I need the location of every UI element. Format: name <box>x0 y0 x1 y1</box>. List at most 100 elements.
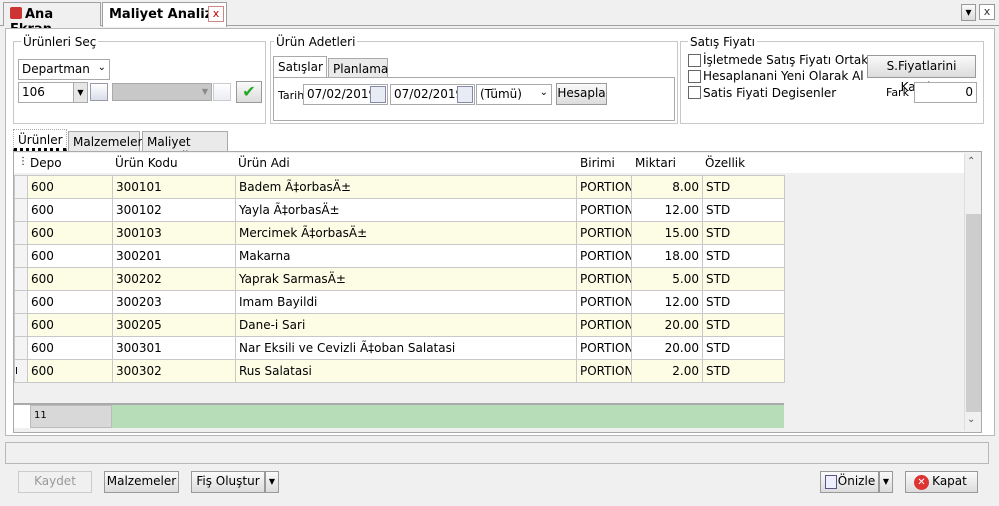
lookup-icon[interactable] <box>90 83 108 101</box>
cell-birimi[interactable]: PORTION <box>576 244 632 268</box>
cell-depo[interactable]: 600 <box>27 267 113 291</box>
cell-urun-kodu[interactable]: 300203 <box>112 290 236 314</box>
checkbox-isletmede-ortak[interactable] <box>688 54 701 67</box>
cell-birimi[interactable]: PORTION <box>576 221 632 245</box>
cell-urun-adi[interactable]: Yayla Ã‡orbasÄ± <box>235 198 577 222</box>
table-row[interactable]: 600 300203 Imam Bayildi PORTION 12.00 STD <box>14 290 785 314</box>
cell-urun-adi[interactable]: Mercimek Ã‡orbasÄ± <box>235 221 577 245</box>
cell-urun-kodu[interactable]: 300103 <box>112 221 236 245</box>
column-chooser-icon[interactable]: ⋮ <box>18 156 28 167</box>
col-ozellik[interactable]: Özellik <box>705 156 745 170</box>
scroll-thumb[interactable] <box>966 214 981 412</box>
cell-ozellik[interactable]: STD <box>702 290 785 314</box>
scope-select[interactable]: (Tümü) ⌄ <box>476 84 552 105</box>
tab-planlama[interactable]: Planlama <box>328 58 388 79</box>
table-row[interactable]: 600 300205 Dane-i Sari PORTION 20.00 STD <box>14 313 785 337</box>
cell-depo[interactable]: 600 <box>27 221 113 245</box>
save-prices-button[interactable]: S.Fiyatlarini Kaydet <box>867 55 976 94</box>
cell-urun-adi[interactable]: Rus Salatasi <box>235 359 577 383</box>
cell-ozellik[interactable]: STD <box>702 175 785 199</box>
col-urun-kodu[interactable]: Ürün Kodu <box>115 156 178 170</box>
kaydet-button[interactable]: Kaydet <box>18 471 92 493</box>
cell-miktari[interactable]: 12.00 <box>631 290 703 314</box>
table-row[interactable]: 600 300301 Nar Eksili ve Cevizli Ã‡oban Sa… <box>14 336 785 360</box>
cell-urun-adi[interactable]: Yaprak SarmasÄ± <box>235 267 577 291</box>
close-window-icon[interactable]: x <box>979 4 995 20</box>
checkbox-yeni-olarak-al[interactable] <box>688 70 701 83</box>
cell-birimi[interactable]: PORTION <box>576 175 632 199</box>
cell-miktari[interactable]: 2.00 <box>631 359 703 383</box>
cell-birimi[interactable]: PORTION <box>576 290 632 314</box>
fis-olustur-button[interactable]: Fiş Oluştur <box>191 471 265 493</box>
kapat-button[interactable]: ✕ Kapat <box>905 471 978 493</box>
cell-miktari[interactable]: 8.00 <box>631 175 703 199</box>
cell-ozellik[interactable]: STD <box>702 244 785 268</box>
cell-depo[interactable]: 600 <box>27 198 113 222</box>
close-tab-icon[interactable]: x <box>208 6 224 22</box>
cell-depo[interactable]: 600 <box>27 244 113 268</box>
table-row[interactable]: 600 300102 Yayla Ã‡orbasÄ± PORTION 12.00 STD <box>14 198 785 222</box>
cell-depo[interactable]: 600 <box>27 175 113 199</box>
cell-urun-adi[interactable]: Imam Bayildi <box>235 290 577 314</box>
cell-miktari[interactable]: 12.00 <box>631 198 703 222</box>
col-urun-adi[interactable]: Ürün Adi <box>238 156 290 170</box>
date-to-input[interactable]: 07/02/2019 <box>390 84 475 105</box>
cell-ozellik[interactable]: STD <box>702 359 785 383</box>
cell-depo[interactable]: 600 <box>27 290 113 314</box>
cell-birimi[interactable]: PORTION <box>576 267 632 291</box>
cell-ozellik[interactable]: STD <box>702 336 785 360</box>
cell-birimi[interactable]: PORTION <box>576 336 632 360</box>
cell-urun-kodu[interactable]: 300102 <box>112 198 236 222</box>
cell-depo[interactable]: 600 <box>27 336 113 360</box>
date-from-input[interactable]: 07/02/2019 <box>303 84 388 105</box>
cell-ozellik[interactable]: STD <box>702 198 785 222</box>
filter-type-select[interactable]: Departman ⌄ <box>18 59 110 80</box>
cell-miktari[interactable]: 15.00 <box>631 221 703 245</box>
cell-birimi[interactable]: PORTION <box>576 313 632 337</box>
malzemeler-button[interactable]: Malzemeler <box>104 471 179 493</box>
cell-depo[interactable]: 600 <box>27 313 113 337</box>
table-row[interactable]: 600 300103 Mercimek Ã‡orbasÄ± PORTION 15.00 S… <box>14 221 785 245</box>
tab-maliyet-cetveli[interactable]: Maliyet Cetveli <box>142 131 228 163</box>
onizle-dropdown-icon[interactable]: ▼ <box>879 471 893 493</box>
calendar-icon[interactable] <box>370 86 386 103</box>
table-row[interactable]: 600 300101 Badem Ã‡orbasÄ± PORTION 8.00 STD <box>14 175 785 199</box>
cell-birimi[interactable]: PORTION <box>576 198 632 222</box>
scroll-up-icon[interactable]: ⌃ <box>967 156 975 167</box>
cell-urun-adi[interactable]: Dane-i Sari <box>235 313 577 337</box>
tab-ana-ekran[interactable]: Ana Ekran <box>3 2 101 37</box>
tab-list-dropdown-icon[interactable]: ▾ <box>961 4 976 21</box>
vertical-scrollbar[interactable]: ⌃ ⌄ <box>964 154 981 431</box>
code-select[interactable]: 106 ▼ <box>18 82 88 103</box>
table-row[interactable]: 600 300201 Makarna PORTION 18.00 STD <box>14 244 785 268</box>
cell-miktari[interactable]: 18.00 <box>631 244 703 268</box>
cell-urun-kodu[interactable]: 300101 <box>112 175 236 199</box>
cell-birimi[interactable]: PORTION <box>576 359 632 383</box>
fis-olustur-dropdown-icon[interactable]: ▼ <box>265 471 279 493</box>
cell-urun-adi[interactable]: Nar Eksili ve Cevizli Ã‡oban Salatasi <box>235 336 577 360</box>
scroll-down-icon[interactable]: ⌄ <box>967 414 975 425</box>
tab-malzemeler[interactable]: Malzemeler <box>68 131 142 152</box>
col-depo[interactable]: Depo <box>30 156 62 170</box>
tab-urunler[interactable]: Ürünler <box>13 129 67 151</box>
col-miktari[interactable]: Miktari <box>635 156 676 170</box>
cell-depo[interactable]: 600 <box>27 359 113 383</box>
cell-ozellik[interactable]: STD <box>702 313 785 337</box>
table-row[interactable]: I 600 300302 Rus Salatasi PORTION 2.00 STD <box>14 359 785 383</box>
confirm-check-button[interactable]: ✔ <box>236 81 262 103</box>
cell-urun-kodu[interactable]: 300201 <box>112 244 236 268</box>
cell-ozellik[interactable]: STD <box>702 221 785 245</box>
cell-urun-kodu[interactable]: 300301 <box>112 336 236 360</box>
col-birimi[interactable]: Birimi <box>580 156 615 170</box>
fark-input[interactable]: 0 <box>914 82 977 103</box>
cell-miktari[interactable]: 20.00 <box>631 336 703 360</box>
cell-urun-adi[interactable]: Makarna <box>235 244 577 268</box>
onizle-button[interactable]: Önizle <box>820 471 879 493</box>
cell-miktari[interactable]: 5.00 <box>631 267 703 291</box>
calendar-icon[interactable] <box>457 86 473 103</box>
cell-urun-kodu[interactable]: 300205 <box>112 313 236 337</box>
cell-miktari[interactable]: 20.00 <box>631 313 703 337</box>
cell-ozellik[interactable]: STD <box>702 267 785 291</box>
cell-urun-kodu[interactable]: 300202 <box>112 267 236 291</box>
table-row[interactable]: 600 300202 Yaprak SarmasÄ± PORTION 5.00 STD <box>14 267 785 291</box>
